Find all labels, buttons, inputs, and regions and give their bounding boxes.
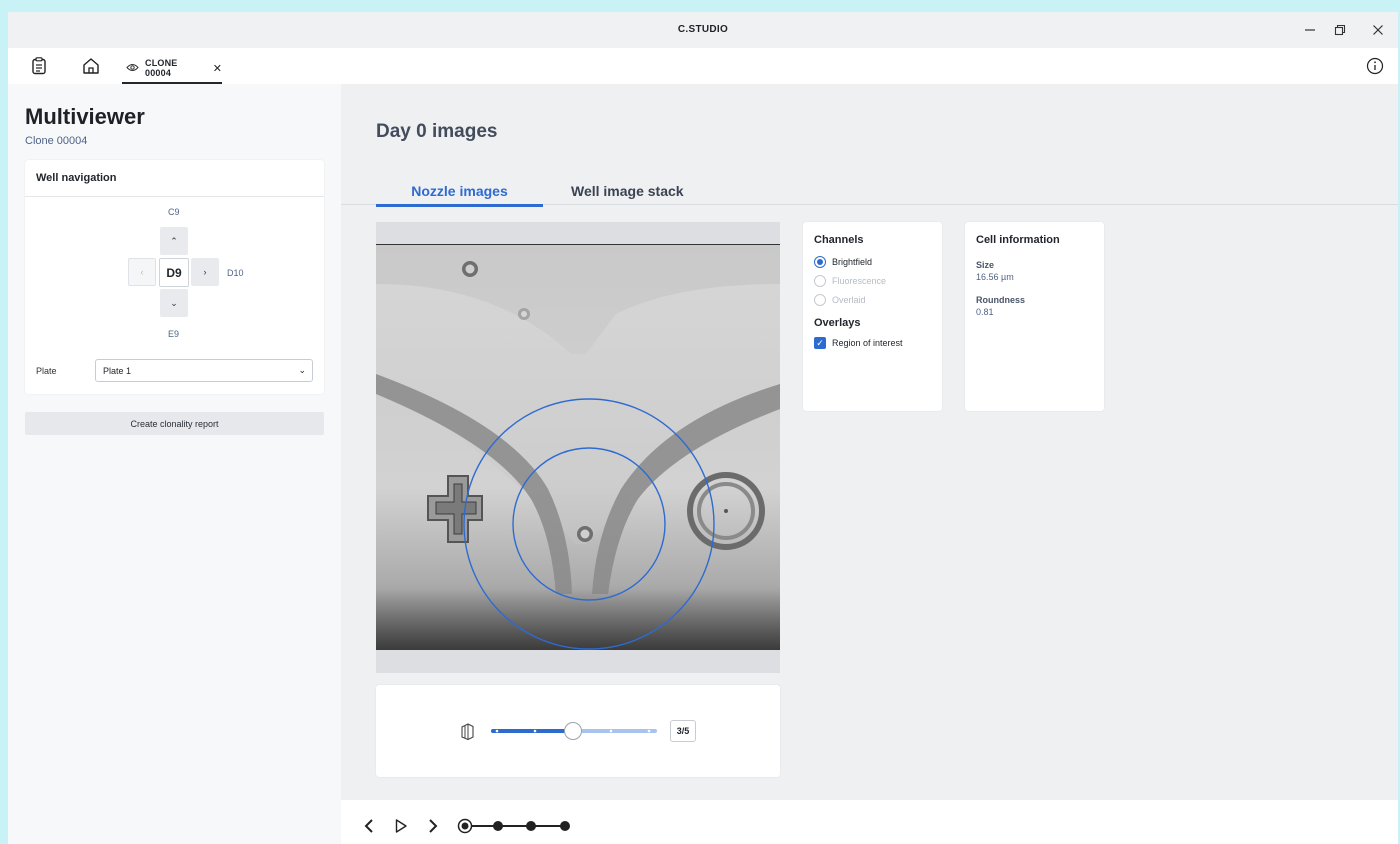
overlay-label: Region of interest <box>832 338 903 348</box>
page-subtitle: Clone 00004 <box>25 135 88 147</box>
tab-label: CLONE 00004 <box>145 58 178 78</box>
channel-brightfield[interactable]: Brightfield <box>814 256 942 268</box>
radio-selected[interactable] <box>814 256 826 268</box>
checkbox-checked-icon[interactable]: ✓ <box>814 337 826 349</box>
overlay-region-of-interest[interactable]: ✓ Region of interest <box>814 337 942 349</box>
current-well: D9 <box>159 258 189 287</box>
stack-slider-card: 3/5 <box>376 685 780 777</box>
close-window-icon[interactable] <box>1366 20 1390 40</box>
app-title: C.STUDIO <box>677 24 729 35</box>
well-up-label: C9 <box>168 207 180 217</box>
close-tab-icon[interactable]: ✕ <box>213 62 222 75</box>
home-icon[interactable] <box>80 55 102 77</box>
channel-overlaid[interactable]: Overlaid <box>814 294 942 306</box>
channels-card: Channels Brightfield Fluorescence Overla… <box>803 222 942 411</box>
eye-icon <box>126 59 139 77</box>
sidebar: Multiviewer Clone 00004 Well navigation … <box>8 84 341 844</box>
cell-information-card: Cell information Size 16.56 µm Roundness… <box>965 222 1104 411</box>
well-right-button[interactable]: › <box>191 258 219 286</box>
nozzle-image-viewer[interactable] <box>376 222 780 673</box>
roundness-value: 0.81 <box>976 307 994 317</box>
overlays-title: Overlays <box>814 317 861 329</box>
chevron-down-icon: ⌄ <box>298 365 306 375</box>
well-left-button[interactable]: ‹ <box>128 258 156 286</box>
well-navigation-card: Well navigation C9 ⌃ ‹ D9 › D10 ⌄ E9 Pla… <box>25 160 324 394</box>
timeline-stepper[interactable] <box>455 817 575 835</box>
previous-icon[interactable] <box>363 818 375 839</box>
page-title: Multiviewer <box>25 104 145 129</box>
main-content: Day 0 images Nozzle images Well image st… <box>341 84 1398 800</box>
image-stack-icon <box>459 723 475 746</box>
channel-fluorescence[interactable]: Fluorescence <box>814 275 942 287</box>
tab-nozzle-images[interactable]: Nozzle images <box>376 183 543 207</box>
size-value: 16.56 µm <box>976 272 1014 282</box>
next-icon[interactable] <box>427 818 439 839</box>
well-up-button[interactable]: ⌃ <box>160 227 188 255</box>
size-label: Size <box>976 260 995 270</box>
plate-label: Plate <box>36 366 57 376</box>
app-window: C.STUDIO CLONE 00004 ✕ Multiviewer Clone… <box>8 12 1398 844</box>
radio-unselected[interactable] <box>814 275 826 287</box>
well-down-button[interactable]: ⌄ <box>160 289 188 317</box>
focus-slider[interactable] <box>489 720 659 742</box>
tab-well-image-stack[interactable]: Well image stack <box>571 183 684 199</box>
well-navigation-header: Well navigation <box>25 160 324 197</box>
plate-select[interactable]: Plate 1 ⌄ <box>95 359 313 382</box>
channel-label: Brightfield <box>832 257 873 267</box>
channel-label: Overlaid <box>832 295 866 305</box>
create-clonality-report-button[interactable]: Create clonality report <box>25 412 324 435</box>
cell-information-title: Cell information <box>976 234 1060 246</box>
channels-title: Channels <box>814 234 864 246</box>
play-icon[interactable] <box>394 818 408 839</box>
timeline-bar <box>341 800 1398 844</box>
roundness-label: Roundness <box>976 295 1026 305</box>
clipboard-icon[interactable] <box>28 55 50 77</box>
well-right-label: D10 <box>227 268 244 278</box>
restore-icon[interactable] <box>1328 20 1352 40</box>
nozzle-image <box>376 244 780 650</box>
tab-bar: CLONE 00004 ✕ <box>8 48 1398 84</box>
minimize-icon[interactable] <box>1298 20 1322 40</box>
plate-select-value: Plate 1 <box>103 366 132 376</box>
section-heading: Day 0 images <box>376 121 498 142</box>
title-bar: C.STUDIO <box>8 12 1398 48</box>
channel-label: Fluorescence <box>832 276 887 286</box>
info-icon[interactable] <box>1364 55 1386 77</box>
radio-unselected[interactable] <box>814 294 826 306</box>
well-down-label: E9 <box>168 329 180 339</box>
stack-counter: 3/5 <box>670 720 696 742</box>
tab-clone-00004[interactable]: CLONE 00004 ✕ <box>122 54 222 84</box>
